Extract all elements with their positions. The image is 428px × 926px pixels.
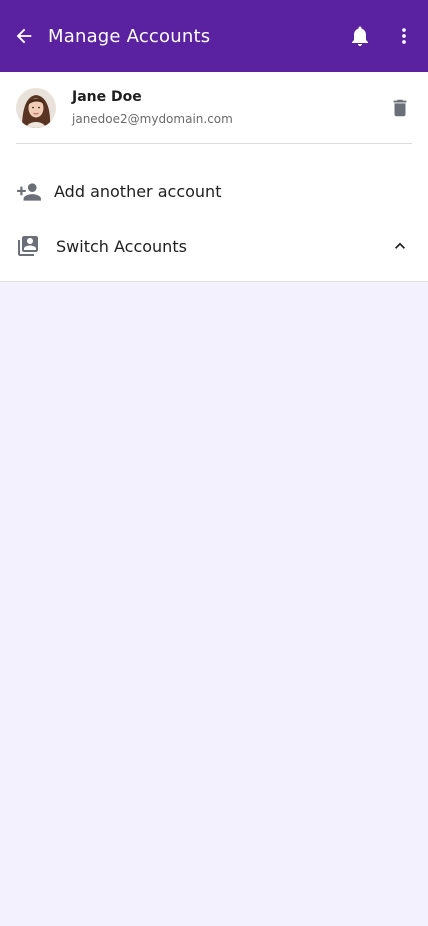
- switch-accounts-toggle[interactable]: [388, 234, 412, 258]
- accounts-panel: Jane Doe janedoe2@mydomain.com Add anoth…: [0, 72, 428, 282]
- account-row[interactable]: Jane Doe janedoe2@mydomain.com: [16, 72, 412, 144]
- person-add-icon: [17, 182, 41, 201]
- trash-icon: [393, 99, 407, 116]
- switch-accounts-icon: [18, 236, 38, 256]
- chevron-up-icon: [395, 242, 405, 249]
- delete-account-button[interactable]: [388, 96, 412, 120]
- switch-accounts-row[interactable]: Switch Accounts: [0, 225, 428, 267]
- page-title: Manage Accounts: [48, 25, 211, 47]
- more-options-button[interactable]: [392, 24, 416, 48]
- back-button[interactable]: [12, 24, 36, 48]
- app-bar: Manage Accounts: [0, 0, 428, 72]
- add-account-label: Add another account: [54, 182, 222, 201]
- avatar-photo-icon: [16, 87, 56, 128]
- notifications-button[interactable]: [348, 24, 372, 48]
- account-info: Jane Doe janedoe2@mydomain.com: [72, 87, 388, 129]
- switch-accounts-label: Switch Accounts: [56, 236, 187, 256]
- avatar: [16, 87, 56, 128]
- account-email: janedoe2@mydomain.com: [72, 111, 233, 126]
- account-name: Jane Doe: [72, 88, 142, 105]
- arrow-left-icon: [16, 28, 32, 44]
- bell-icon: [352, 26, 368, 46]
- more-vert-icon: [402, 28, 406, 44]
